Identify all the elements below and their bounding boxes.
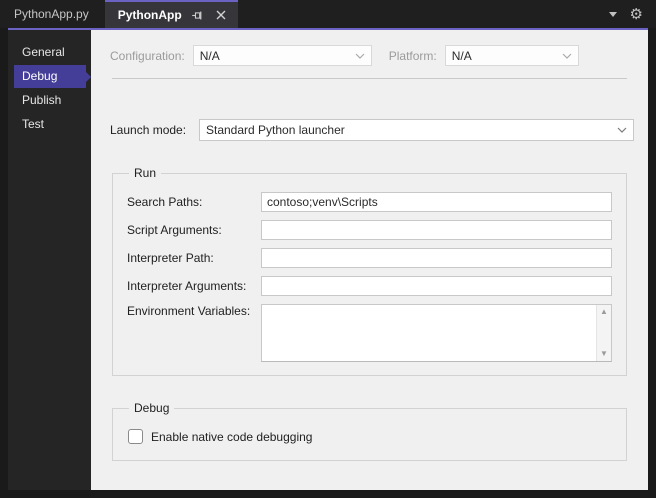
scroll-up-icon[interactable]: ▲ [600, 308, 608, 316]
properties-sidebar: General Debug Publish Test [8, 30, 91, 490]
interpreter-arguments-label: Interpreter Arguments: [127, 279, 261, 293]
script-arguments-row: Script Arguments: [127, 220, 612, 240]
close-icon[interactable] [214, 8, 228, 22]
script-arguments-label: Script Arguments: [127, 223, 261, 237]
chevron-down-icon [617, 127, 627, 133]
chevron-down-icon [562, 53, 572, 59]
debug-group-legend: Debug [129, 401, 174, 415]
sidebar-item-publish[interactable]: Publish [14, 89, 86, 112]
environment-variables-row: Environment Variables: ▲ ▼ [127, 304, 612, 362]
interpreter-path-input[interactable] [261, 248, 612, 268]
search-paths-row: Search Paths: [127, 192, 612, 212]
launch-mode-value: Standard Python launcher [206, 123, 345, 137]
platform-combobox[interactable]: N/A [445, 45, 579, 66]
document-tab-bar: PythonApp.py PythonApp ⚙ [0, 0, 656, 28]
native-debug-label: Enable native code debugging [151, 430, 312, 444]
platform-label: Platform: [389, 49, 437, 63]
search-paths-label: Search Paths: [127, 195, 261, 209]
debug-group: Debug Enable native code debugging [112, 401, 627, 461]
tab-pythonapp-py[interactable]: PythonApp.py [8, 0, 105, 28]
platform-value: N/A [452, 49, 472, 63]
chevron-down-icon [355, 53, 365, 59]
vs-window: PythonApp.py PythonApp ⚙ General [0, 0, 656, 498]
environment-variables-box: ▲ ▼ [261, 304, 612, 362]
launch-mode-combobox[interactable]: Standard Python launcher [199, 119, 634, 141]
scrollbar[interactable]: ▲ ▼ [596, 305, 611, 361]
pin-icon[interactable] [191, 8, 205, 22]
interpreter-arguments-input[interactable] [261, 276, 612, 296]
configuration-value: N/A [200, 49, 220, 63]
script-arguments-input[interactable] [261, 220, 612, 240]
tab-bar-actions: ⚙ [609, 0, 656, 28]
native-debug-row: Enable native code debugging [128, 429, 612, 444]
interpreter-arguments-row: Interpreter Arguments: [127, 276, 612, 296]
debug-settings-panel: Configuration: N/A Platform: N/A Launch … [91, 30, 648, 490]
sidebar-item-general[interactable]: General [14, 41, 86, 64]
search-paths-input[interactable] [261, 192, 612, 212]
horizontal-separator [112, 78, 627, 79]
configuration-label: Configuration: [110, 49, 185, 63]
run-group-legend: Run [129, 166, 161, 180]
native-debug-checkbox[interactable] [128, 429, 143, 444]
sidebar-item-debug[interactable]: Debug [14, 65, 86, 88]
environment-variables-input[interactable] [262, 305, 596, 361]
configuration-combobox[interactable]: N/A [193, 45, 372, 66]
launch-mode-label: Launch mode: [110, 123, 199, 137]
chevron-down-icon[interactable] [609, 12, 617, 17]
tab-label: PythonApp [118, 8, 182, 22]
tab-pythonapp-active[interactable]: PythonApp [105, 0, 238, 28]
launch-mode-row: Launch mode: Standard Python launcher [110, 119, 634, 141]
run-group: Run Search Paths: Script Arguments: Inte… [112, 166, 627, 376]
interpreter-path-label: Interpreter Path: [127, 251, 261, 265]
environment-variables-label: Environment Variables: [127, 304, 261, 318]
interpreter-path-row: Interpreter Path: [127, 248, 612, 268]
configuration-row: Configuration: N/A Platform: N/A [110, 45, 634, 66]
gear-icon[interactable]: ⚙ [630, 7, 643, 22]
sidebar-item-test[interactable]: Test [14, 113, 86, 136]
scroll-down-icon[interactable]: ▼ [600, 350, 608, 358]
